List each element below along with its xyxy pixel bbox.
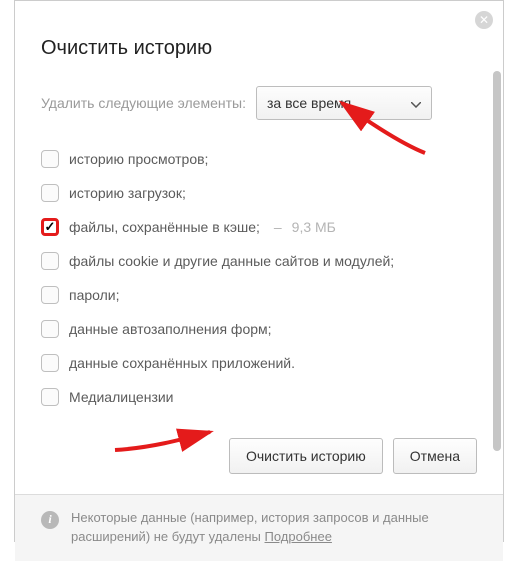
- cancel-button-label: Отмена: [410, 448, 460, 464]
- button-row: Очистить историю Отмена: [41, 428, 477, 494]
- footer-note: i Некоторые данные (например, история за…: [15, 494, 503, 561]
- footer-text-wrap: Некоторые данные (например, история запр…: [71, 509, 477, 547]
- option-label: файлы cookie и другие данные сайтов и мо…: [69, 253, 394, 269]
- footer-text: Некоторые данные (например, история запр…: [71, 510, 429, 544]
- checkbox-browsing-history[interactable]: [41, 150, 59, 168]
- option-size: 9,3 МБ: [292, 219, 336, 235]
- scrollbar[interactable]: [493, 71, 501, 451]
- option-label: историю просмотров;: [69, 151, 208, 167]
- checkbox-autofill[interactable]: [41, 320, 59, 338]
- checkbox-download-history[interactable]: [41, 184, 59, 202]
- chevron-down-icon: [411, 95, 421, 111]
- options-list: историю просмотров; историю загрузок; фа…: [41, 142, 477, 414]
- option-label: Медиалицензии: [69, 389, 174, 405]
- option-label: историю загрузок;: [69, 185, 186, 201]
- option-browsing-history: историю просмотров;: [41, 142, 477, 176]
- checkbox-cached-files[interactable]: [41, 218, 59, 236]
- option-cached-files: файлы, сохранённые в кэше; – 9,3 МБ: [41, 210, 477, 244]
- cancel-button[interactable]: Отмена: [393, 438, 477, 474]
- clear-history-dialog: ✕ Очистить историю Удалить следующие эле…: [14, 0, 504, 542]
- checkbox-passwords[interactable]: [41, 286, 59, 304]
- time-range-select[interactable]: за все время: [256, 86, 432, 120]
- checkbox-media-licenses[interactable]: [41, 388, 59, 406]
- time-range-row: Удалить следующие элементы: за все время: [41, 86, 477, 120]
- option-autofill: данные автозаполнения форм;: [41, 312, 477, 346]
- info-icon: i: [41, 511, 59, 529]
- clear-history-button[interactable]: Очистить историю: [229, 438, 383, 474]
- option-label: данные автозаполнения форм;: [69, 321, 272, 337]
- option-label: файлы, сохранённые в кэше;: [69, 219, 260, 235]
- option-label: пароли;: [69, 287, 120, 303]
- option-passwords: пароли;: [41, 278, 477, 312]
- time-range-label: Удалить следующие элементы:: [41, 95, 246, 111]
- dialog-title: Очистить историю: [41, 37, 477, 60]
- option-label: данные сохранённых приложений.: [69, 355, 295, 371]
- option-size-sep: –: [274, 219, 282, 235]
- close-icon[interactable]: ✕: [475, 11, 493, 29]
- time-range-value: за все время: [267, 95, 351, 111]
- option-cookies: файлы cookie и другие данные сайтов и мо…: [41, 244, 477, 278]
- clear-history-button-label: Очистить историю: [246, 448, 366, 464]
- option-download-history: историю загрузок;: [41, 176, 477, 210]
- option-media-licenses: Медиалицензии: [41, 380, 477, 414]
- checkbox-cookies[interactable]: [41, 252, 59, 270]
- checkbox-app-data[interactable]: [41, 354, 59, 372]
- option-app-data: данные сохранённых приложений.: [41, 346, 477, 380]
